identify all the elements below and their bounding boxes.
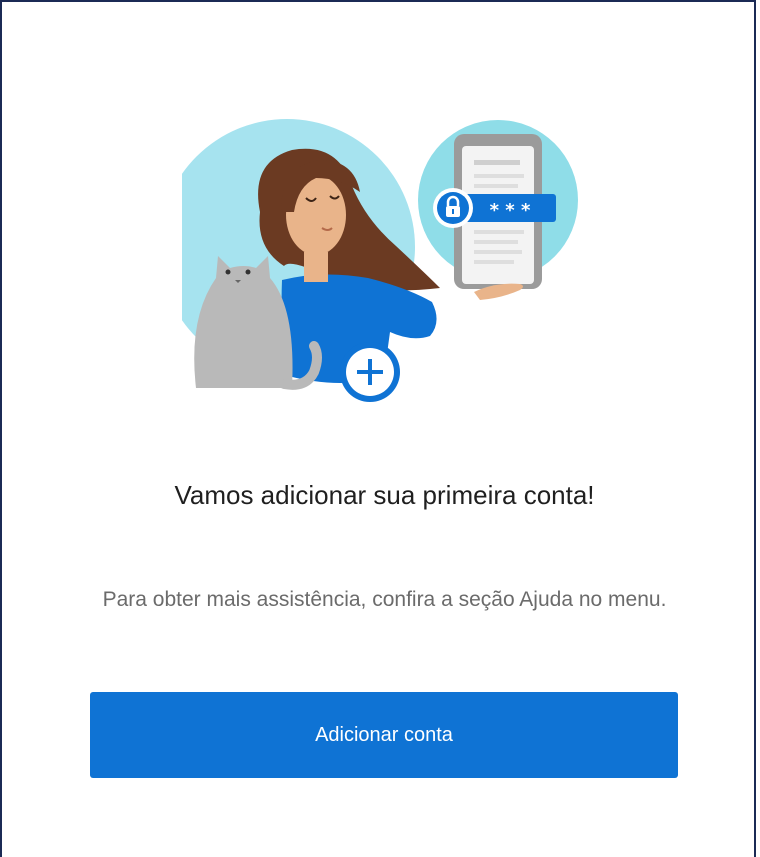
- password-mask: * * *: [490, 200, 531, 221]
- help-hint-text: Para obter mais assistência, confira a s…: [102, 588, 667, 611]
- app-window: * * * Vamos adicionar sua primeira conta…: [0, 0, 756, 857]
- page-title: Vamos adicionar sua primeira conta!: [174, 480, 595, 510]
- lock-icon: [433, 188, 473, 228]
- onboarding-illustration: * * *: [182, 119, 578, 402]
- plus-icon: [340, 342, 400, 402]
- add-account-button[interactable]: Adicionar conta: [90, 692, 678, 778]
